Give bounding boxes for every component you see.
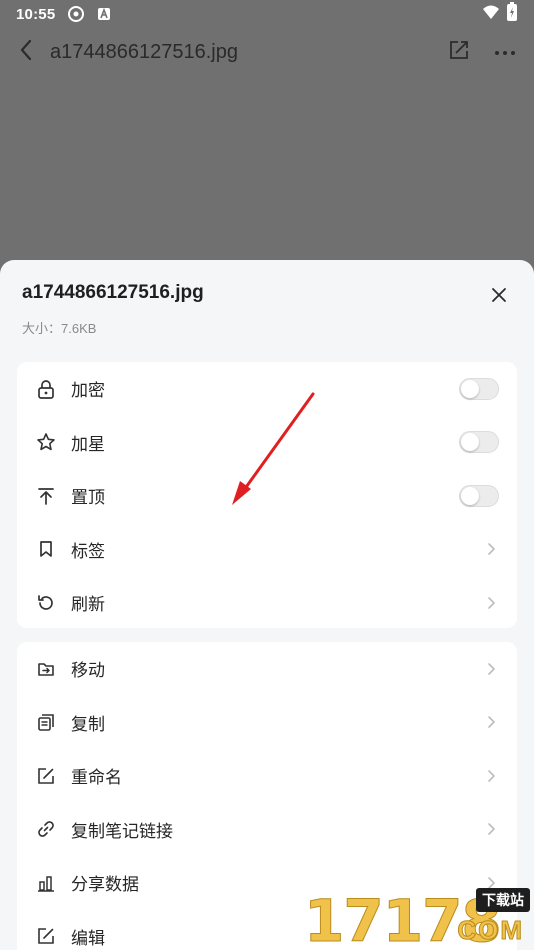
row-label: 标签 [71,541,105,561]
chevron-right-icon [483,821,499,837]
file-size: 大小：7.6KB [22,321,97,336]
file-action-sheet: a1744866127516.jpg 大小：7.6KB 加密 加星 置顶 标签 … [0,260,534,950]
copy-icon [35,711,57,733]
watermark-logo: 17178 下载站 COM [302,882,534,950]
a-badge-icon [97,7,111,21]
watermark-badge: 下载站 [476,888,530,912]
pin-top-toggle[interactable] [459,484,499,507]
chevron-right-icon [483,541,499,557]
move-icon [35,658,57,680]
row-star[interactable]: 加星 [17,416,517,470]
chevron-right-icon [483,714,499,730]
row-tags[interactable]: 标签 [17,523,517,577]
bookmark-icon [35,538,57,560]
row-pin-top[interactable]: 置顶 [17,469,517,523]
row-copy[interactable]: 复制 [17,696,517,750]
row-label: 刷新 [71,595,105,615]
more-icon[interactable] [494,43,516,61]
row-label: 复制笔记链接 [71,821,173,841]
edit-icon [35,925,57,947]
bar-chart-icon [35,872,57,894]
chevron-right-icon [483,768,499,784]
refresh-icon [35,592,57,614]
share-icon[interactable] [448,39,470,66]
back-icon[interactable] [18,38,34,67]
wifi-icon [482,4,500,24]
pin-top-icon [35,485,57,507]
encrypt-toggle[interactable] [459,377,499,400]
row-label: 重命名 [71,768,122,788]
sheet-header: a1744866127516.jpg 大小：7.6KB [0,260,534,360]
close-icon[interactable] [488,284,510,306]
chevron-right-icon [483,595,499,611]
options-group-1: 加密 加星 置顶 标签 刷新 [17,362,517,628]
row-refresh[interactable]: 刷新 [17,576,517,630]
sync-icon [67,5,85,23]
row-copy-link[interactable]: 复制笔记链接 [17,803,517,857]
app-bar: a1744866127516.jpg [0,30,534,74]
app-title: a1744866127516.jpg [50,40,238,63]
link-icon [35,818,57,840]
row-encrypt[interactable]: 加密 [17,362,517,416]
battery-icon [506,2,518,26]
sheet-title: a1744866127516.jpg [22,282,204,303]
row-label: 加星 [71,434,105,454]
row-label: 移动 [71,661,105,681]
row-move[interactable]: 移动 [17,642,517,696]
chevron-right-icon [483,661,499,677]
row-label: 编辑 [71,928,105,948]
star-icon [35,431,57,453]
row-label: 加密 [71,381,105,401]
rename-icon [35,765,57,787]
lock-icon [35,378,57,400]
row-label: 置顶 [71,488,105,508]
row-label: 复制 [71,714,105,734]
status-bar: 10:55 [0,0,534,28]
star-toggle[interactable] [459,431,499,454]
row-label: 分享数据 [71,875,139,895]
row-rename[interactable]: 重命名 [17,749,517,803]
status-time: 10:55 [16,5,56,23]
watermark-com: COM [457,915,524,946]
